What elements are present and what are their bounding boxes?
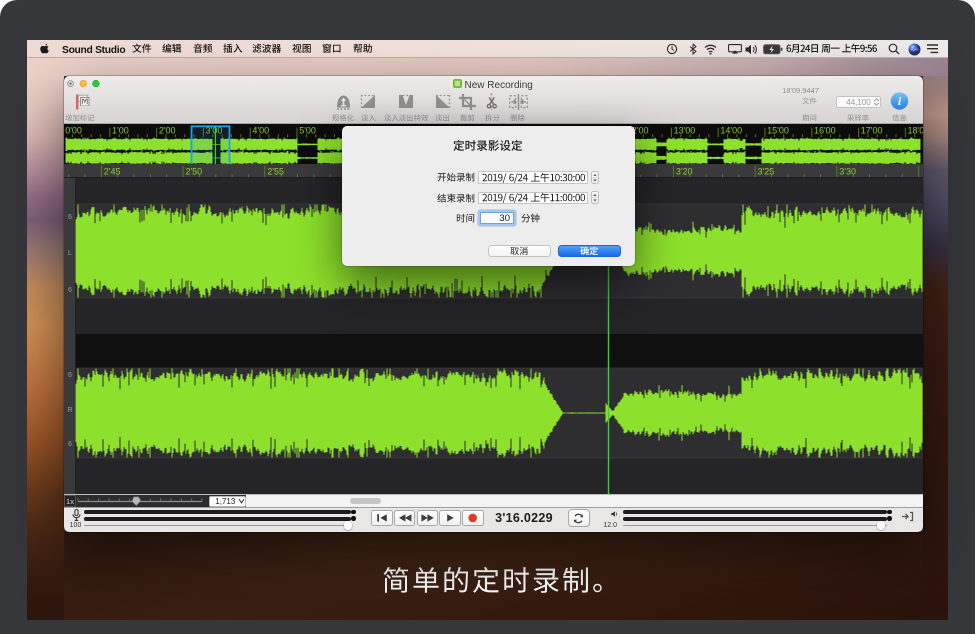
svg-text:13'00: 13'00 bbox=[674, 125, 696, 135]
svg-text:3'20: 3'20 bbox=[676, 167, 693, 177]
svg-text:2'45: 2'45 bbox=[104, 167, 121, 177]
svg-text:5'00: 5'00 bbox=[299, 125, 316, 135]
svg-text:2'55: 2'55 bbox=[267, 167, 284, 177]
svg-text:18'00: 18'00 bbox=[908, 125, 923, 135]
svg-text:3'25: 3'25 bbox=[758, 167, 775, 177]
svg-text:15'00: 15'00 bbox=[767, 125, 789, 135]
svg-text:17'00: 17'00 bbox=[861, 125, 883, 135]
svg-text:2'50: 2'50 bbox=[185, 167, 202, 177]
svg-text:4'00: 4'00 bbox=[252, 125, 269, 135]
svg-text:14'00: 14'00 bbox=[720, 125, 742, 135]
svg-text:1'00: 1'00 bbox=[112, 125, 129, 135]
svg-text:0'00: 0'00 bbox=[65, 125, 82, 135]
svg-text:3'30: 3'30 bbox=[839, 167, 856, 177]
svg-text:16'00: 16'00 bbox=[814, 125, 836, 135]
svg-text:2'00: 2'00 bbox=[159, 125, 176, 135]
